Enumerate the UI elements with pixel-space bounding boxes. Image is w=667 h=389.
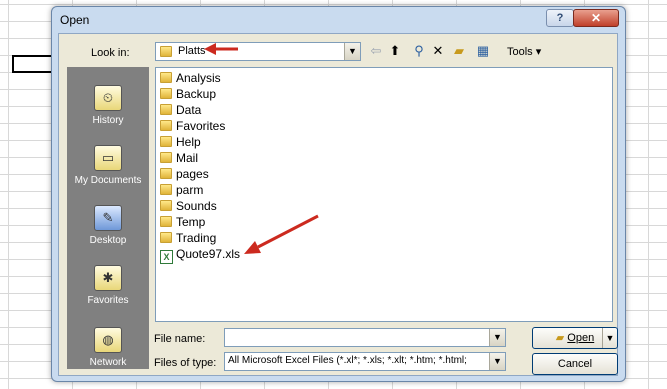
arrow-lookin-head xyxy=(204,43,216,55)
arrow-file-shaft xyxy=(257,214,319,249)
annotation-arrow-lookin xyxy=(204,43,319,254)
